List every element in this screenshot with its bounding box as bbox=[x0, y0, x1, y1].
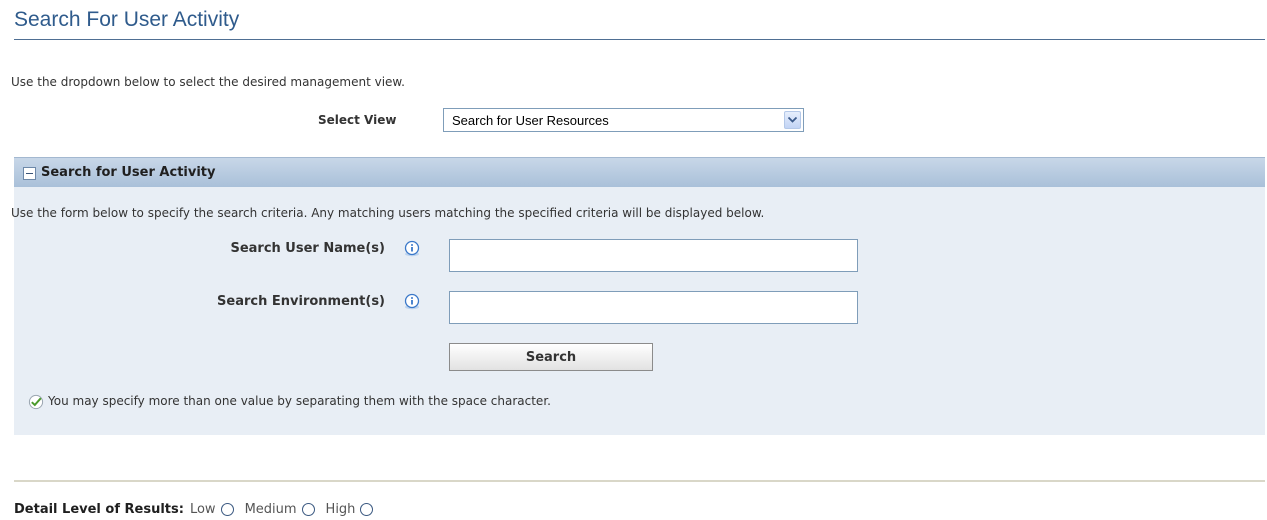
checkmark-icon bbox=[28, 394, 44, 410]
detail-level-option-high[interactable]: High bbox=[326, 502, 374, 517]
detail-level-row: Detail Level of Results: Low Medium High bbox=[14, 500, 384, 518]
title-divider bbox=[14, 39, 1265, 40]
environment-label: Search Environment(s) bbox=[217, 294, 385, 309]
panel-header[interactable]: Search for User Activity bbox=[14, 157, 1265, 187]
environment-input[interactable] bbox=[449, 291, 858, 324]
info-icon[interactable] bbox=[403, 240, 421, 258]
radio-label: Low bbox=[189, 501, 216, 517]
panel-description: Use the form below to specify the search… bbox=[11, 206, 765, 220]
select-view-value: Search for User Resources bbox=[452, 113, 609, 128]
detail-level-label: Detail Level of Results: bbox=[14, 501, 184, 517]
radio-medium[interactable] bbox=[301, 502, 315, 516]
select-view-dropdown[interactable]: Search for User Resources bbox=[443, 108, 804, 132]
chevron-down-icon[interactable] bbox=[784, 111, 801, 129]
select-view-label: Select View bbox=[318, 113, 397, 127]
user-name-input[interactable] bbox=[449, 239, 858, 272]
radio-low[interactable] bbox=[220, 502, 234, 516]
intro-text: Use the dropdown below to select the des… bbox=[11, 75, 405, 89]
detail-level-option-low[interactable]: Low bbox=[190, 502, 234, 517]
radio-high[interactable] bbox=[360, 502, 374, 516]
detail-level-option-medium[interactable]: Medium bbox=[245, 502, 315, 517]
search-button[interactable]: Search bbox=[449, 343, 653, 371]
radio-label: Medium bbox=[244, 501, 297, 517]
hint-text: You may specify more than one value by s… bbox=[48, 394, 551, 408]
section-divider bbox=[14, 480, 1265, 482]
info-icon[interactable] bbox=[403, 293, 421, 311]
user-name-label: Search User Name(s) bbox=[230, 241, 385, 256]
radio-label: High bbox=[325, 501, 356, 517]
panel-title: Search for User Activity bbox=[41, 165, 216, 180]
page-title: Search For User Activity bbox=[14, 8, 240, 31]
collapse-icon[interactable] bbox=[23, 167, 36, 180]
page: Search For User Activity Use the dropdow… bbox=[0, 0, 1267, 520]
search-panel: Search for User Activity Use the form be… bbox=[11, 157, 1265, 435]
